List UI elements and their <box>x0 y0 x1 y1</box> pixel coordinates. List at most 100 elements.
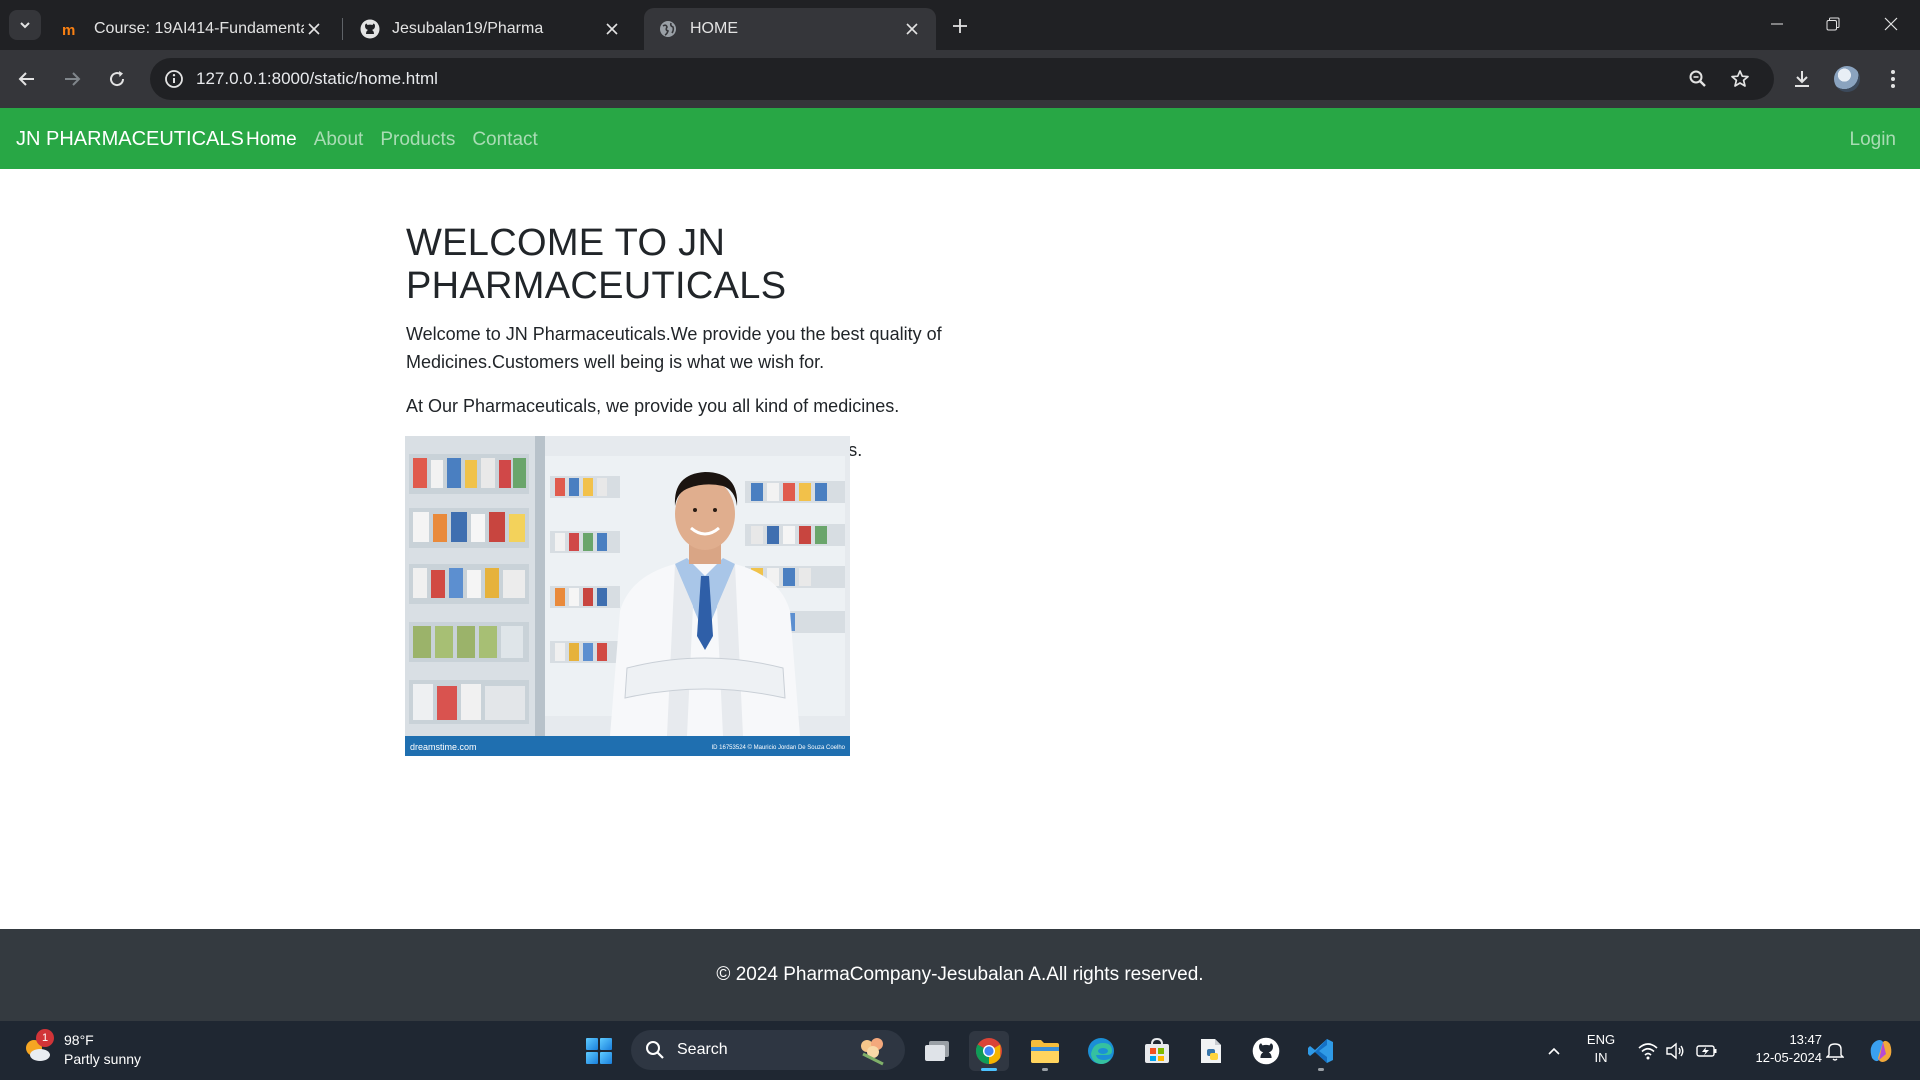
reload-button[interactable] <box>101 63 133 95</box>
task-view-button[interactable] <box>917 1031 957 1071</box>
nav-link-contact[interactable]: Contact <box>472 129 537 151</box>
notification-bell-icon[interactable] <box>1824 1040 1846 1062</box>
chevron-up-icon[interactable] <box>1543 1040 1565 1062</box>
chrome-icon <box>975 1038 1002 1065</box>
arrow-left-icon <box>18 72 34 86</box>
minimize-button[interactable] <box>1754 6 1800 42</box>
github-desktop-taskbar-app[interactable] <box>1246 1031 1286 1071</box>
site-navbar: JN PHARMACEUTICALS Home About Products C… <box>0 108 1920 169</box>
vscode-taskbar-app[interactable] <box>1301 1031 1341 1071</box>
flower-bouquet-icon <box>861 1038 884 1066</box>
tab-github[interactable]: Jesubalan19/Pharma <box>346 8 636 50</box>
language-indicator[interactable]: ENG IN <box>1578 1031 1624 1067</box>
address-bar[interactable]: 127.0.0.1:8000/static/home.html <box>150 58 1774 100</box>
nav-link-login[interactable]: Login <box>1850 129 1897 151</box>
python-file-icon <box>1201 1039 1221 1063</box>
github-icon <box>360 19 380 39</box>
svg-text:m: m <box>62 22 75 37</box>
vscode-icon <box>1308 1039 1333 1063</box>
weather-condition: Partly sunny <box>64 1051 142 1067</box>
close-icon[interactable] <box>602 19 622 39</box>
taskbar-search[interactable]: Search <box>631 1030 905 1070</box>
browser-toolbar: 127.0.0.1:8000/static/home.html <box>0 50 1920 108</box>
avatar <box>1834 66 1860 92</box>
running-indicator <box>1042 1068 1048 1071</box>
windows-logo-icon <box>586 1038 612 1064</box>
back-button[interactable] <box>11 63 43 95</box>
arrow-right-icon <box>65 72 81 86</box>
plus-icon <box>953 19 967 33</box>
python-idle-taskbar-app[interactable] <box>1191 1031 1231 1071</box>
close-icon[interactable] <box>902 19 922 39</box>
minimize-icon <box>1771 23 1783 25</box>
image-watermark-right: ID 16753524 © Mauricio Jordan De Souza C… <box>712 744 846 751</box>
pharmacist-image: dreamstime.com ID 16753524 © Mauricio Jo… <box>405 436 850 756</box>
profile-avatar[interactable] <box>1831 63 1863 95</box>
search-icon <box>646 1041 664 1059</box>
weather-widget[interactable]: 1 98°F Partly sunny <box>22 1029 142 1069</box>
image-watermark-left: dreamstime.com <box>410 742 477 752</box>
zoom-icon[interactable] <box>1686 67 1710 91</box>
folder-icon <box>1031 1040 1059 1063</box>
running-indicator <box>1318 1068 1324 1071</box>
taskbar-search-label: Search <box>677 1041 728 1058</box>
notification-badge: 1 <box>36 1029 54 1047</box>
edge-icon <box>1088 1038 1114 1064</box>
restore-button[interactable] <box>1810 6 1856 42</box>
file-explorer-taskbar-app[interactable] <box>1025 1031 1065 1071</box>
tab-course[interactable]: m Course: 19AI414-Fundamentals <box>48 8 338 50</box>
github-icon <box>1252 1037 1280 1065</box>
chevron-down-icon <box>20 22 30 29</box>
start-button[interactable] <box>579 1031 619 1071</box>
web-page: JN PHARMACEUTICALS Home About Products C… <box>0 108 1920 1021</box>
tab-search-button[interactable] <box>9 10 41 40</box>
wifi-icon[interactable] <box>1637 1040 1659 1062</box>
nav-links: Home About Products Contact <box>246 129 555 151</box>
chrome-taskbar-app[interactable] <box>969 1031 1009 1071</box>
restore-icon <box>1826 17 1840 31</box>
page-title: WELCOME TO JN PHARMACEUTICALS <box>406 222 787 307</box>
volume-icon[interactable] <box>1664 1040 1686 1062</box>
close-icon[interactable] <box>304 19 324 39</box>
tab-title: Jesubalan19/Pharma <box>392 20 544 37</box>
globe-icon <box>658 19 678 39</box>
windows-taskbar: 1 98°F Partly sunny Search ENG IN 13:47 … <box>0 1021 1920 1080</box>
site-footer: © 2024 PharmaCompany-Jesubalan A.All rig… <box>0 929 1920 1021</box>
weather-temp: 98°F <box>64 1032 94 1048</box>
region-code: IN <box>1594 1050 1608 1065</box>
battery-charging-icon[interactable] <box>1696 1040 1718 1062</box>
copilot-icon[interactable] <box>1866 1036 1896 1066</box>
edge-taskbar-app[interactable] <box>1081 1031 1121 1071</box>
close-icon <box>1884 17 1898 31</box>
url-text[interactable]: 127.0.0.1:8000/static/home.html <box>196 69 438 89</box>
nav-link-products[interactable]: Products <box>380 129 455 151</box>
weather-sun-cloud-icon: 1 <box>22 1029 54 1065</box>
clock[interactable]: 13:47 12-05-2024 <box>1734 1031 1823 1067</box>
footer-copyright: © 2024 PharmaCompany-Jesubalan A.All rig… <box>716 964 1204 985</box>
tab-title: HOME <box>690 20 738 37</box>
medicines-paragraph: At Our Pharmaceuticals, we provide you a… <box>406 396 900 416</box>
forward-button[interactable] <box>56 63 88 95</box>
nav-link-about[interactable]: About <box>314 129 364 151</box>
browser-tabstrip: m Course: 19AI414-Fundamentals Jesubalan… <box>0 0 1920 50</box>
nav-link-home[interactable]: Home <box>246 129 297 151</box>
reload-icon <box>110 71 125 87</box>
tab-separator <box>342 18 343 40</box>
bookmark-star-icon[interactable] <box>1728 67 1752 91</box>
new-tab-button[interactable] <box>946 12 974 40</box>
moodle-icon: m <box>62 19 82 39</box>
language-code: ENG <box>1586 1032 1616 1047</box>
site-brand[interactable]: JN PHARMACEUTICALS <box>16 128 244 151</box>
tab-title: Course: 19AI414-Fundamentals <box>94 20 304 37</box>
clock-date: 12-05-2024 <box>1755 1050 1823 1065</box>
info-icon[interactable] <box>162 67 186 91</box>
close-window-button[interactable] <box>1868 6 1914 42</box>
intro-paragraph: Welcome to JN Pharmaceuticals.We provide… <box>406 324 942 372</box>
download-icon[interactable] <box>1786 63 1818 95</box>
menu-dots-icon[interactable] <box>1877 63 1909 95</box>
store-icon <box>1145 1037 1169 1063</box>
task-view-icon <box>925 1041 949 1061</box>
store-taskbar-app[interactable] <box>1137 1031 1177 1071</box>
running-indicator <box>981 1068 997 1071</box>
tab-home[interactable]: HOME <box>644 8 936 50</box>
